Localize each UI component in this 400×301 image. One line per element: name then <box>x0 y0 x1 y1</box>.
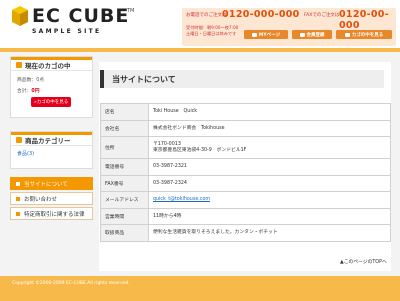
menu-law-label: 特定商取引に関する法律 <box>24 211 85 218</box>
logo-text[interactable]: EC CUBE <box>32 6 129 26</box>
register-button[interactable]: 会員登録 <box>292 30 332 39</box>
menu-contact[interactable]: お問い合わせ <box>10 192 93 205</box>
cube-logo-icon <box>12 6 28 26</box>
cart-box-title: 現在のカゴの中 <box>11 57 92 71</box>
mypage-icon <box>251 32 257 37</box>
table-row: 会社名 株式会社ボンド商会 Tokihouse <box>100 119 391 137</box>
copyright-text: Copyright ©2000-2009 EC-CUBE All rights … <box>12 281 130 286</box>
fax-label: FAXでのご注文は <box>304 13 340 18</box>
category-item-food[interactable]: 食品(3) <box>11 146 92 161</box>
site-header: EC CUBE TM SAMPLE SITE お電話でのご注文は 0120-00… <box>0 0 400 48</box>
order-phone-number: 0120-000-000 <box>222 9 300 20</box>
menu-bullet-icon <box>16 181 20 186</box>
sidebar-view-cart-button[interactable]: »カゴの中を見る <box>31 97 72 107</box>
row-label: メールアドレス <box>100 191 149 209</box>
row-value: 株式会社ボンド商会 Tokihouse <box>148 119 391 137</box>
row-label: 取扱商品 <box>100 224 149 242</box>
shop-info-table: 店名 Toki House Quick 会社名 株式会社ボンド商会 Tokiho… <box>100 103 391 242</box>
header-divider <box>0 48 400 52</box>
page-title: 当サイトについて <box>100 70 384 88</box>
menu-about-label: 当サイトについて <box>24 181 68 188</box>
logo-trademark: TM <box>127 8 135 14</box>
cart-count: 商品数：0点 <box>17 78 45 83</box>
order-phone-label: お電話でのご注文は <box>186 13 227 18</box>
row-value: 11時から4時 <box>148 207 391 225</box>
mypage-button[interactable]: MYページ <box>244 30 288 39</box>
mypage-button-label: MYページ <box>258 32 281 38</box>
row-value: 03-3987-2321 <box>148 158 391 176</box>
register-icon <box>299 32 305 37</box>
page-top-link[interactable]: ▲このページのTOPへ <box>340 258 387 265</box>
table-row: 電話番号 03-3987-2321 <box>100 158 391 176</box>
view-cart-button-label: カゴの中を見る <box>351 32 384 38</box>
cart-total: 合計：0円 <box>11 87 92 94</box>
table-row: メールアドレス quick_t@tokihouse.com <box>100 191 391 209</box>
row-label: 店名 <box>100 103 149 121</box>
category-box-title: 商品カテゴリー <box>11 132 92 146</box>
row-value: 03-3987-2324 <box>148 174 391 192</box>
cart-title-text: 現在のカゴの中 <box>25 62 71 70</box>
main-content: 当サイトについて 店名 Toki House Quick 会社名 株式会社ボンド… <box>99 62 391 271</box>
cart-total-value: 0円 <box>31 89 40 94</box>
table-row: 店名 Toki House Quick <box>100 103 391 121</box>
table-row: 住所 〒170-0013 東京都豊島区東池袋4-30-9 ボンドビル1F <box>100 136 391 159</box>
row-value: quick_t@tokihouse.com <box>148 191 391 209</box>
cart-title-icon <box>16 62 22 68</box>
category-title-text: 商品カテゴリー <box>25 137 71 145</box>
row-label: 営業時間 <box>100 207 149 225</box>
view-cart-button[interactable]: カゴの中を見る <box>336 30 392 39</box>
row-value: 〒170-0013 東京都豊島区東池袋4-30-9 ボンドビル1F <box>148 136 391 159</box>
contact-area: お電話でのご注文は 0120-000-000 FAXでのご注文は 0120-00… <box>182 8 396 46</box>
address-line: 東京都豊島区東池袋4-30-9 ボンドビル1F <box>153 147 247 153</box>
menu-law[interactable]: 特定商取引に関する法律 <box>10 207 93 220</box>
table-row: 取扱商品 便利な生活雑貨を取りそろえました。カンタン・ボチット <box>100 224 391 242</box>
menu-contact-label: お問い合わせ <box>24 196 58 203</box>
hours-line-2: 土曜日・日曜日は休みです <box>186 31 237 36</box>
cart-total-label: 合計： <box>17 89 32 94</box>
menu-bullet-icon <box>16 196 20 201</box>
row-label: FAX番号 <box>100 174 149 192</box>
email-link[interactable]: quick_t@tokihouse.com <box>153 197 210 202</box>
table-row: 営業時間 11時から4時 <box>100 207 391 225</box>
row-value: 便利な生活雑貨を取りそろえました。カンタン・ボチット <box>148 224 391 242</box>
row-value: Toki House Quick <box>148 103 391 121</box>
row-label: 電話番号 <box>100 158 149 176</box>
category-box: 商品カテゴリー 食品(3) <box>10 131 93 169</box>
fax-number: 0120-00-000 <box>339 9 389 31</box>
menu-bullet-icon <box>16 211 20 216</box>
cart-icon <box>344 32 350 37</box>
site-footer: Copyright ©2000-2009 EC-CUBE All rights … <box>0 276 400 301</box>
category-title-icon <box>16 137 22 143</box>
menu-about[interactable]: 当サイトについて <box>10 177 93 190</box>
logo-subtitle: SAMPLE SITE <box>32 28 102 35</box>
row-label: 住所 <box>100 136 149 159</box>
register-button-label: 会員登録 <box>306 32 325 38</box>
cart-box: 現在のカゴの中 商品数：0点 合計：0円 »カゴの中を見る <box>10 56 93 118</box>
table-row: FAX番号 03-3987-2324 <box>100 174 391 192</box>
category-item-label: 食品(3) <box>17 151 35 157</box>
row-label: 会社名 <box>100 119 149 137</box>
